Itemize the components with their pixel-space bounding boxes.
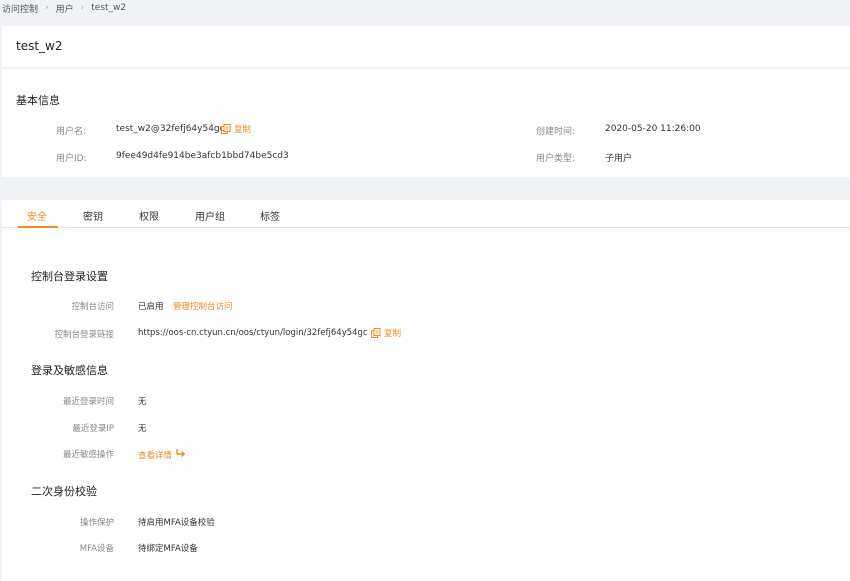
created-time-label: 创建时间: (536, 127, 576, 137)
basic-info-title: 基本信息 (16, 94, 60, 107)
breadcrumb-item-users[interactable]: 用户 (56, 2, 74, 15)
copy-username-label: 复制 (234, 125, 252, 135)
username-value: test_w2@32fefj64y54gc (116, 124, 225, 134)
console-login-title: 控制台登录设置 (31, 270, 108, 283)
username-label: 用户名: (56, 127, 87, 137)
console-login-link-label: 控制台登录链接 (54, 330, 114, 340)
tab-keys[interactable]: 密钥 (83, 208, 103, 223)
user-id-value: 9fee49d4fe914be3afcb1bbd74be5cd3 (116, 151, 289, 161)
mfa-device-value: 待绑定MFA设备 (138, 544, 198, 554)
basic-info-card: 基本信息 用户名: test_w2@32fefj64y54gc 复制 用户ID:… (2, 69, 850, 177)
details-card: 安全 密钥 权限 用户组 标签 控制台登录设置 控制台访问 已启用 管理控制台访… (2, 200, 850, 581)
user-type-value: 子用户 (605, 154, 633, 164)
copy-icon (371, 328, 381, 338)
view-details-link[interactable]: 查看详情 (138, 448, 186, 461)
breadcrumb-item-access-control[interactable]: 访问控制 (2, 2, 38, 15)
header-card: test_w2 (2, 26, 850, 68)
tab-bar: 安全 密钥 权限 用户组 标签 (2, 200, 850, 228)
copy-login-link-label: 复制 (384, 329, 402, 339)
mfa-device-label: MFA设备 (79, 544, 114, 554)
tab-tags[interactable]: 标签 (260, 208, 280, 223)
breadcrumb: 访问控制 › 用户 › test_w2 (0, 0, 850, 16)
last-login-time-label: 最近登录时间 (62, 397, 114, 407)
copy-username-button[interactable]: 复制 (221, 123, 251, 135)
chevron-right-icon: › (45, 3, 49, 13)
last-sensitive-op-label: 最近敏感操作 (62, 450, 114, 460)
arrow-return-icon (175, 448, 186, 461)
mfa-title: 二次身份校验 (31, 485, 97, 498)
tab-user-groups[interactable]: 用户组 (195, 208, 225, 223)
copy-login-link-button[interactable]: 复制 (371, 327, 401, 339)
operation-protection-value: 待启用MFA设备校验 (138, 518, 215, 528)
user-type-label: 用户类型: (536, 154, 576, 164)
user-id-label: 用户ID: (56, 154, 87, 164)
chevron-right-icon: › (80, 3, 85, 13)
console-access-label: 控制台访问 (71, 302, 114, 312)
console-access-value: 已启用 (138, 302, 164, 312)
manage-console-access-link[interactable]: 管理控制台访问 (173, 300, 233, 312)
console-login-link-value: https://oos-cn.ctyun.cn/oos/ctyun/login/… (138, 328, 368, 338)
view-details-label: 查看详情 (138, 450, 173, 461)
last-login-time-value: 无 (138, 397, 147, 407)
operation-protection-label: 操作保护 (79, 518, 114, 528)
page-title: test_w2 (16, 39, 63, 53)
last-login-ip-value: 无 (138, 424, 147, 434)
breadcrumb-item-current: test_w2 (91, 3, 127, 13)
active-tab-indicator (18, 226, 58, 228)
login-sensitive-title: 登录及敏感信息 (31, 364, 108, 377)
created-time-value: 2020-05-20 11:26:00 (605, 124, 701, 134)
copy-icon (221, 124, 231, 134)
last-login-ip-label: 最近登录IP (72, 424, 114, 434)
tab-security[interactable]: 安全 (27, 208, 47, 223)
tab-permissions[interactable]: 权限 (139, 208, 159, 223)
